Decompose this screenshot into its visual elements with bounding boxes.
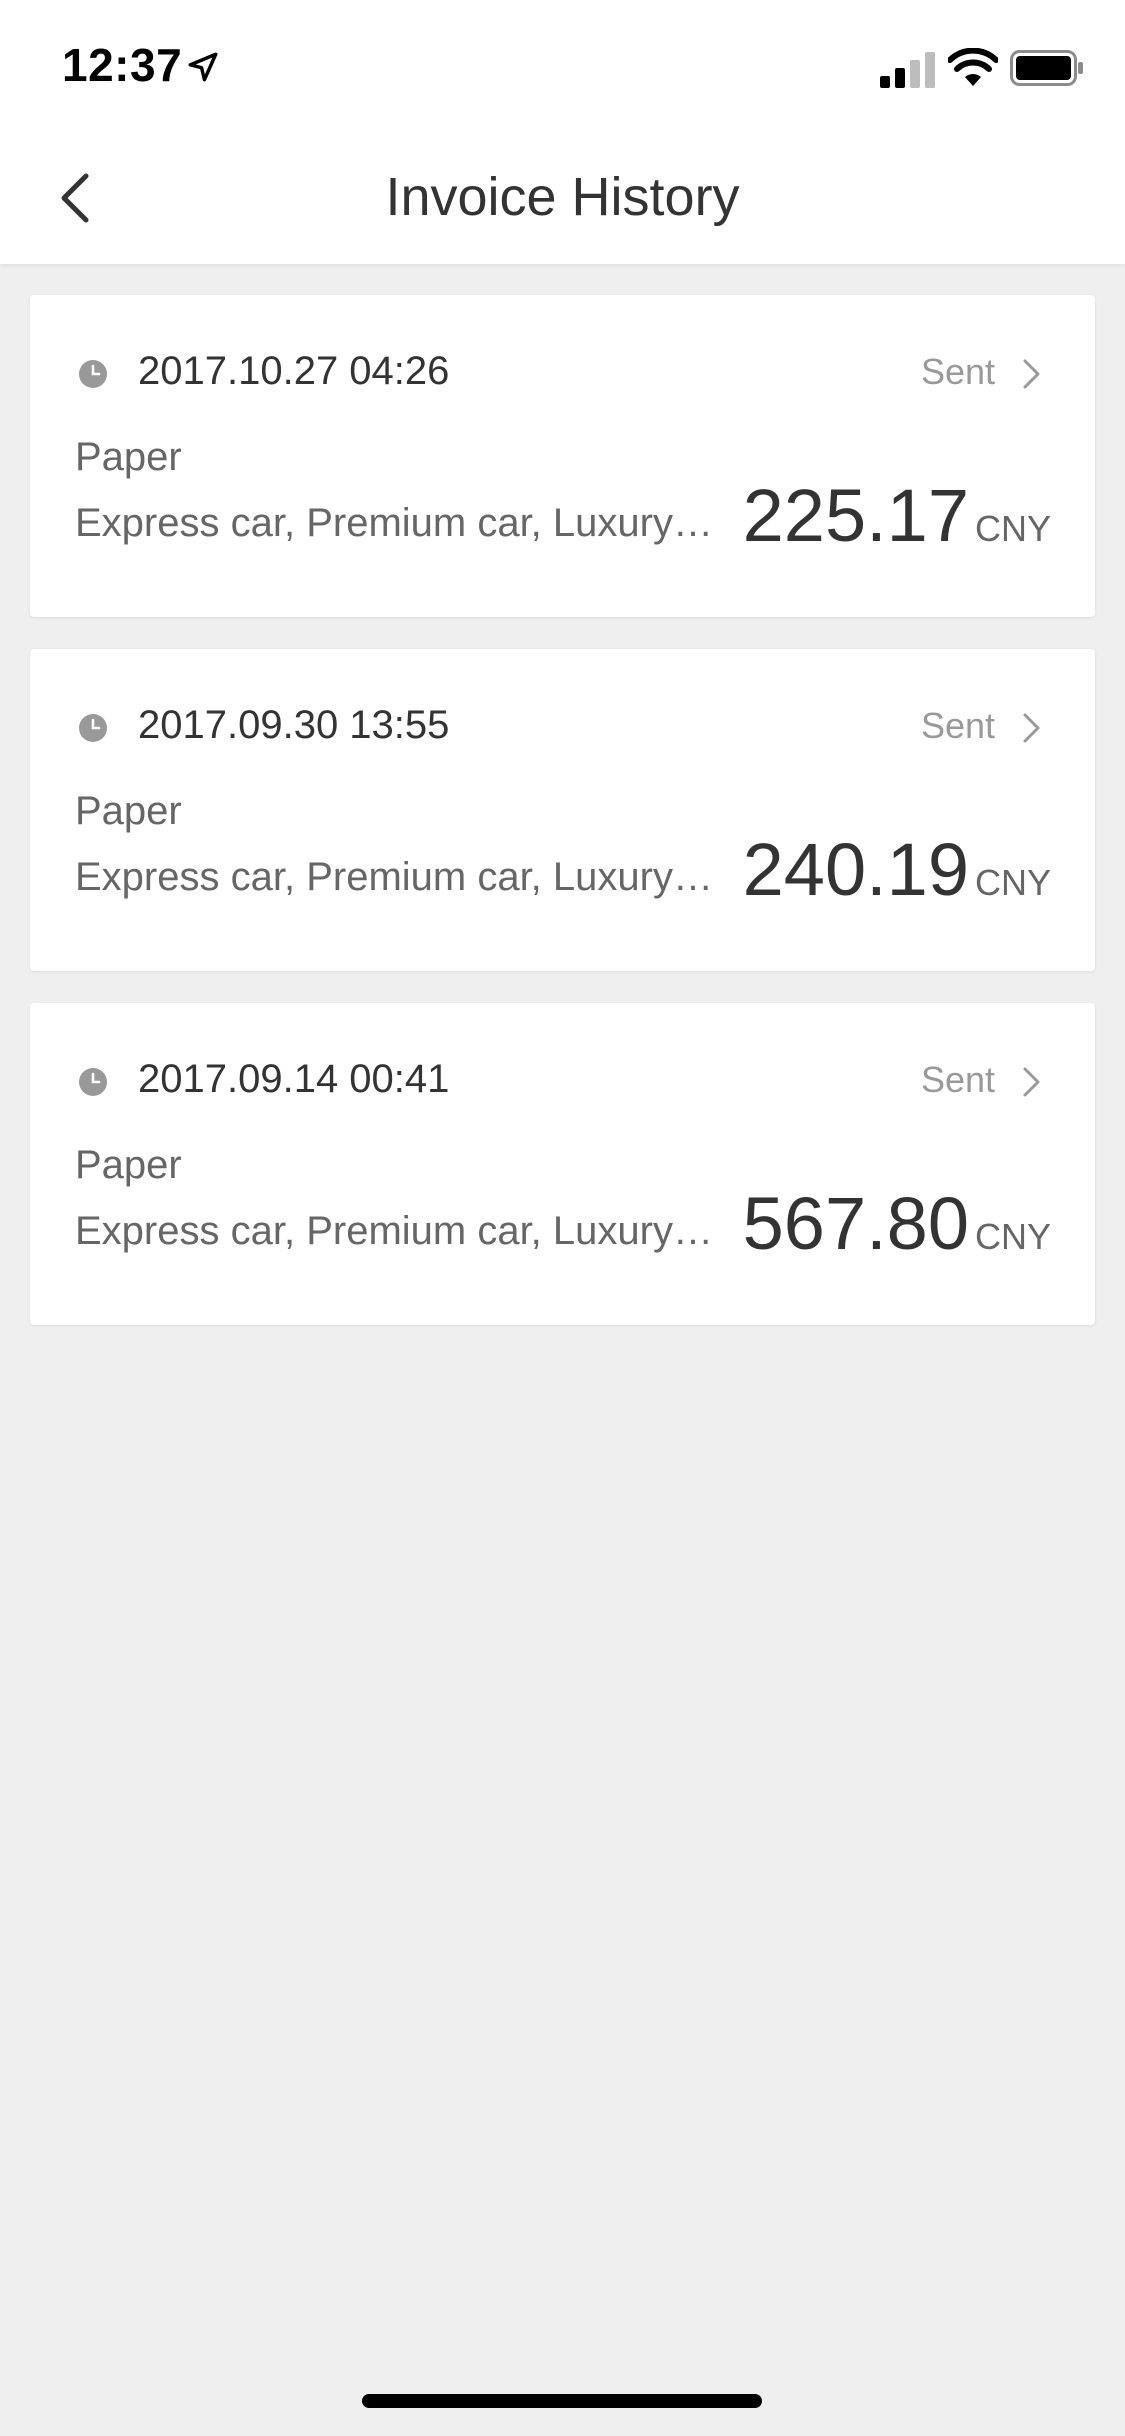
invoice-card[interactable]: 2017.09.14 00:41 Sent Paper Express car,… xyxy=(30,1003,1095,1325)
clock-icon xyxy=(79,1068,107,1096)
invoice-status: Sent xyxy=(920,1059,995,1100)
chevron-right-icon xyxy=(1023,359,1040,389)
status-time: 12:37 xyxy=(62,39,183,91)
cellular-signal-icon xyxy=(880,52,935,88)
invoice-description: Express car, Premium car, Luxury… xyxy=(75,501,713,545)
invoice-currency: CNY xyxy=(974,862,1051,903)
chevron-right-icon xyxy=(1023,713,1040,743)
invoice-date: 2017.09.30 13:55 xyxy=(138,703,450,747)
invoice-description: Express car, Premium car, Luxury… xyxy=(75,855,713,899)
status-bar: 12:37 xyxy=(0,0,1125,132)
invoice-amount-group: 567.80 CNY xyxy=(743,1181,1051,1266)
invoice-amount: 240.19 xyxy=(742,828,969,911)
invoice-amount: 567.80 xyxy=(742,1182,969,1265)
invoice-card[interactable]: 2017.10.27 04:26 Sent Paper Express car,… xyxy=(30,295,1095,617)
invoice-card[interactable]: 2017.09.30 13:55 Sent Paper Express car,… xyxy=(30,649,1095,971)
invoice-date: 2017.10.27 04:26 xyxy=(138,349,450,393)
invoice-status: Sent xyxy=(920,351,995,392)
invoice-currency: CNY xyxy=(974,508,1051,549)
wifi-icon xyxy=(948,48,998,86)
chevron-right-icon xyxy=(1023,1067,1040,1097)
location-arrow-icon xyxy=(188,52,218,82)
invoice-description: Express car, Premium car, Luxury… xyxy=(75,1209,713,1253)
page-title: Invoice History xyxy=(385,167,740,227)
invoice-type: Paper xyxy=(75,789,182,833)
invoice-amount-group: 225.17 CNY xyxy=(743,473,1051,558)
invoice-amount: 225.17 xyxy=(742,474,969,557)
invoice-amount-group: 240.19 CNY xyxy=(743,827,1051,912)
invoice-type: Paper xyxy=(75,1143,182,1187)
invoice-date: 2017.09.14 00:41 xyxy=(138,1057,450,1101)
battery-icon xyxy=(1010,50,1083,86)
clock-icon xyxy=(79,360,107,388)
home-indicator[interactable] xyxy=(362,2394,762,2408)
navigation-bar: Invoice History xyxy=(0,132,1125,264)
invoice-currency: CNY xyxy=(974,1216,1051,1257)
invoice-type: Paper xyxy=(75,435,182,479)
invoice-status: Sent xyxy=(920,705,995,746)
clock-icon xyxy=(79,714,107,742)
invoice-list: 2017.10.27 04:26 Sent Paper Express car,… xyxy=(30,295,1095,1357)
